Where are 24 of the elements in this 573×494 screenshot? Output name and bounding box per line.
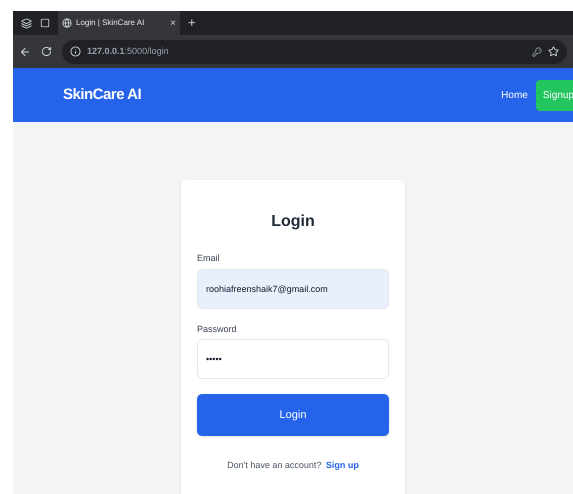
card-title: Login bbox=[270, 212, 316, 232]
browser-tab[interactable]: Login | SkinCare AI × bbox=[58, 11, 180, 35]
nav-link[interactable]: Home bbox=[501, 88, 528, 102]
signup-link[interactable]: Sign up bbox=[326, 460, 359, 470]
field-label: Email bbox=[197, 252, 221, 265]
workspaces-icon[interactable] bbox=[21, 18, 32, 28]
bookmark-star-icon[interactable] bbox=[548, 46, 559, 57]
globe-icon bbox=[62, 18, 72, 28]
input-field[interactable]: ••••• bbox=[197, 339, 389, 379]
tab-close-button[interactable]: × bbox=[170, 16, 176, 30]
url-text: 127.0.0.1:5000/login bbox=[87, 44, 170, 58]
key-icon[interactable] bbox=[532, 46, 542, 56]
new-tab-button[interactable]: + bbox=[188, 13, 196, 33]
address-bar[interactable]: 127.0.0.1:5000/login bbox=[62, 40, 567, 64]
tab-strip-icon[interactable] bbox=[40, 18, 50, 28]
reload-icon[interactable] bbox=[41, 46, 52, 57]
info-icon bbox=[70, 46, 81, 57]
tab-title: Login | SkinCare AI bbox=[76, 17, 146, 29]
input-field[interactable]: roohiafreenshaik7@gmail.com bbox=[197, 268, 389, 308]
footer-text: Don't have an account? bbox=[227, 460, 322, 470]
login-button[interactable]: Login bbox=[197, 394, 389, 436]
back-icon[interactable] bbox=[19, 46, 31, 58]
brand-title: SkinCare AI bbox=[63, 84, 142, 105]
field-label: Password bbox=[197, 322, 238, 336]
